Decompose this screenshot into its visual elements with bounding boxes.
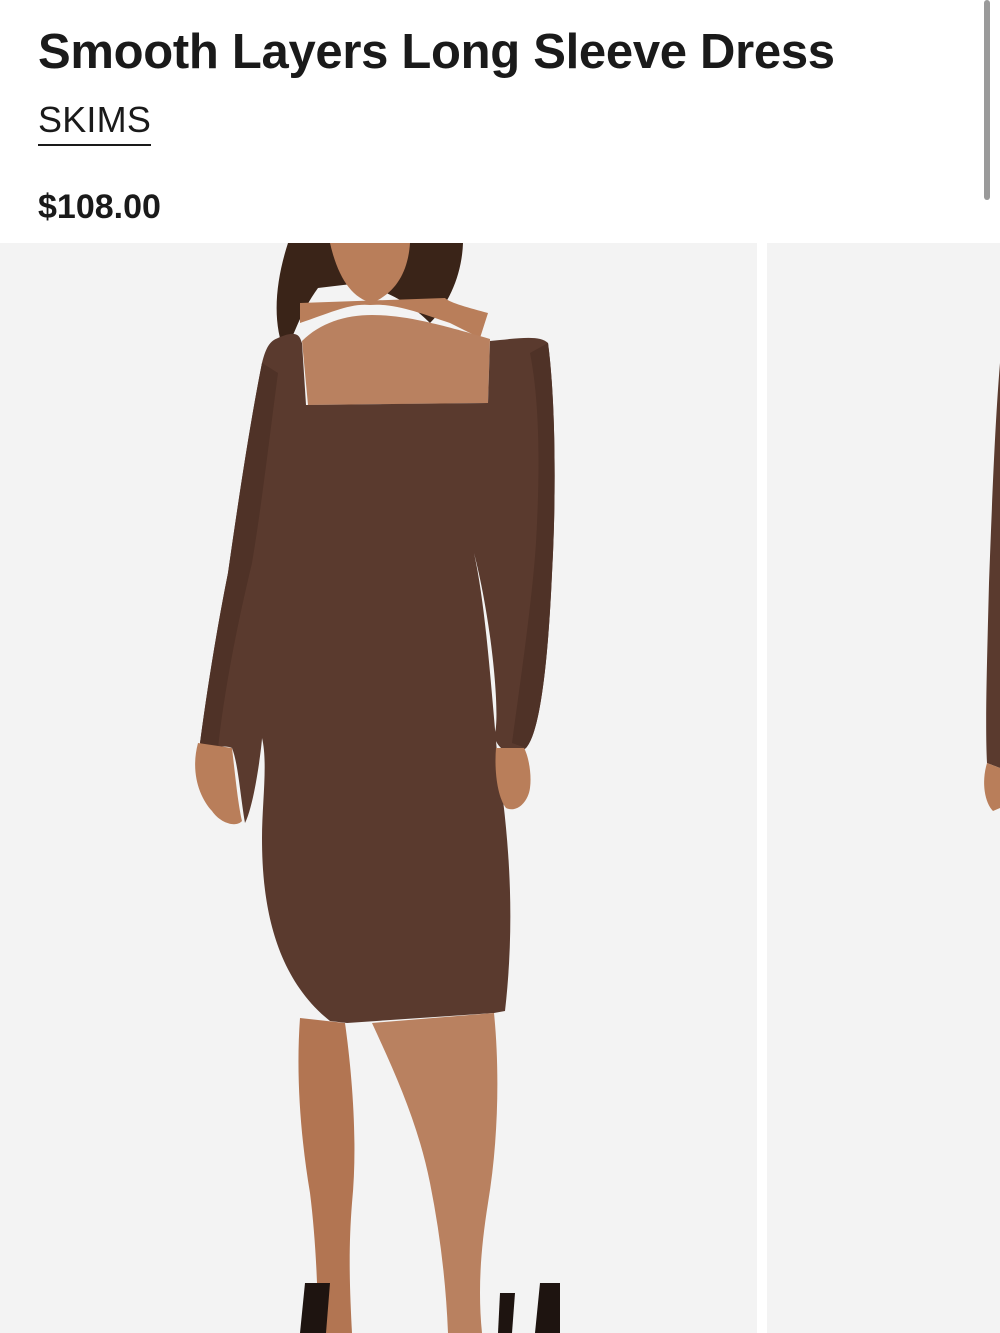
- page-scrollbar[interactable]: [984, 0, 990, 200]
- product-image-1[interactable]: [0, 243, 757, 1333]
- product-image-2[interactable]: [767, 243, 1000, 1333]
- product-page: Smooth Layers Long Sleeve Dress SKIMS $1…: [0, 0, 1000, 1333]
- product-header: Smooth Layers Long Sleeve Dress SKIMS $1…: [38, 0, 958, 243]
- dress-photo-icon: [767, 243, 1000, 1333]
- product-title: Smooth Layers Long Sleeve Dress: [38, 25, 835, 79]
- product-image-carousel[interactable]: [0, 243, 1000, 1333]
- brand-link[interactable]: SKIMS: [38, 100, 152, 146]
- product-price: $108.00: [38, 188, 161, 226]
- dress-photo-icon: [0, 243, 757, 1333]
